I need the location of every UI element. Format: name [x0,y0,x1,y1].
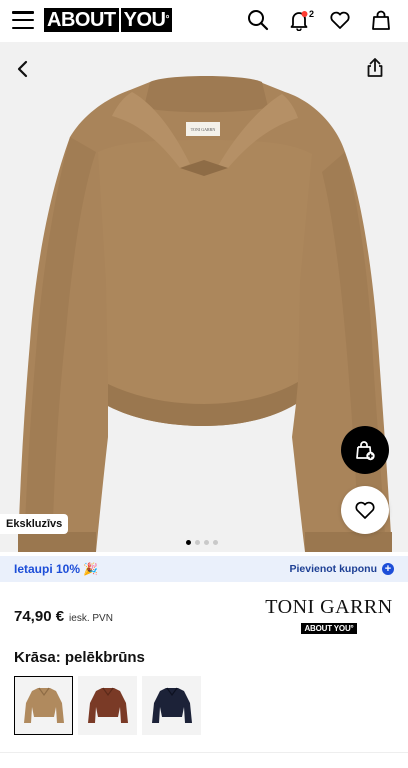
divider [0,752,408,753]
coupon-bar: Ietaupi 10% 🎉 Pievienot kuponu + [0,556,408,582]
logo-you: YOU° [120,8,172,32]
search-icon[interactable] [244,7,271,33]
add-to-bag-button[interactable] [341,426,389,474]
top-header: ABOUT YOU° 2 [0,0,408,40]
color-swatch-brown[interactable] [78,676,137,735]
about-you-logo[interactable]: ABOUT YOU° [44,7,172,33]
heart-outline-icon [355,501,375,519]
bag-icon[interactable] [367,7,394,33]
price: 74,90 € [14,608,65,625]
product-image: TONI GARRN [18,76,392,552]
gallery-dot-1[interactable] [186,540,191,545]
menu-icon[interactable] [12,11,34,29]
heart-icon[interactable] [326,7,353,33]
bell-icon[interactable]: 2 [285,7,314,33]
gallery-dot-3[interactable] [204,540,209,545]
logo-about: ABOUT [44,8,119,32]
sweater-thumbnail-icon [87,687,128,723]
color-swatches [14,676,201,735]
color-swatch-navy[interactable] [142,676,201,735]
vat-note: iesk. PVN [69,613,113,624]
gallery-dot-4[interactable] [213,540,218,545]
add-coupon-label: Pievienot kuponu [289,563,377,575]
product-label: TONI GARRN [191,127,216,132]
brand-name: TONI GARRN [265,596,393,618]
add-coupon-button[interactable]: Pievienot kuponu + [289,563,394,575]
sweater-thumbnail-icon [151,687,192,723]
gallery-dots[interactable] [186,540,218,545]
bag-plus-icon [356,441,375,461]
back-chevron-icon[interactable] [12,56,34,82]
color-label: Krāsa: pelēkbrūns [14,649,145,666]
exclusive-badge: Ekskluzīvs [0,514,69,534]
share-icon[interactable] [364,56,386,80]
gallery-dot-2[interactable] [195,540,200,545]
brand-sub-logo: ABOUT YOU° [301,623,357,634]
coupon-savings-text: Ietaupi 10% 🎉 [14,562,99,576]
price-row: 74,90 € iesk. PVN [14,608,113,625]
notification-count: 2 [308,9,314,19]
sweater-thumbnail-icon [23,687,64,723]
plus-circle-icon: + [382,563,394,575]
product-gallery[interactable]: TONI GARRN Ekskluzīvs [0,42,408,552]
color-swatch-beige[interactable] [14,676,73,735]
wishlist-button[interactable] [341,486,389,534]
brand-logo[interactable]: TONI GARRN ABOUT YOU° [264,596,394,636]
